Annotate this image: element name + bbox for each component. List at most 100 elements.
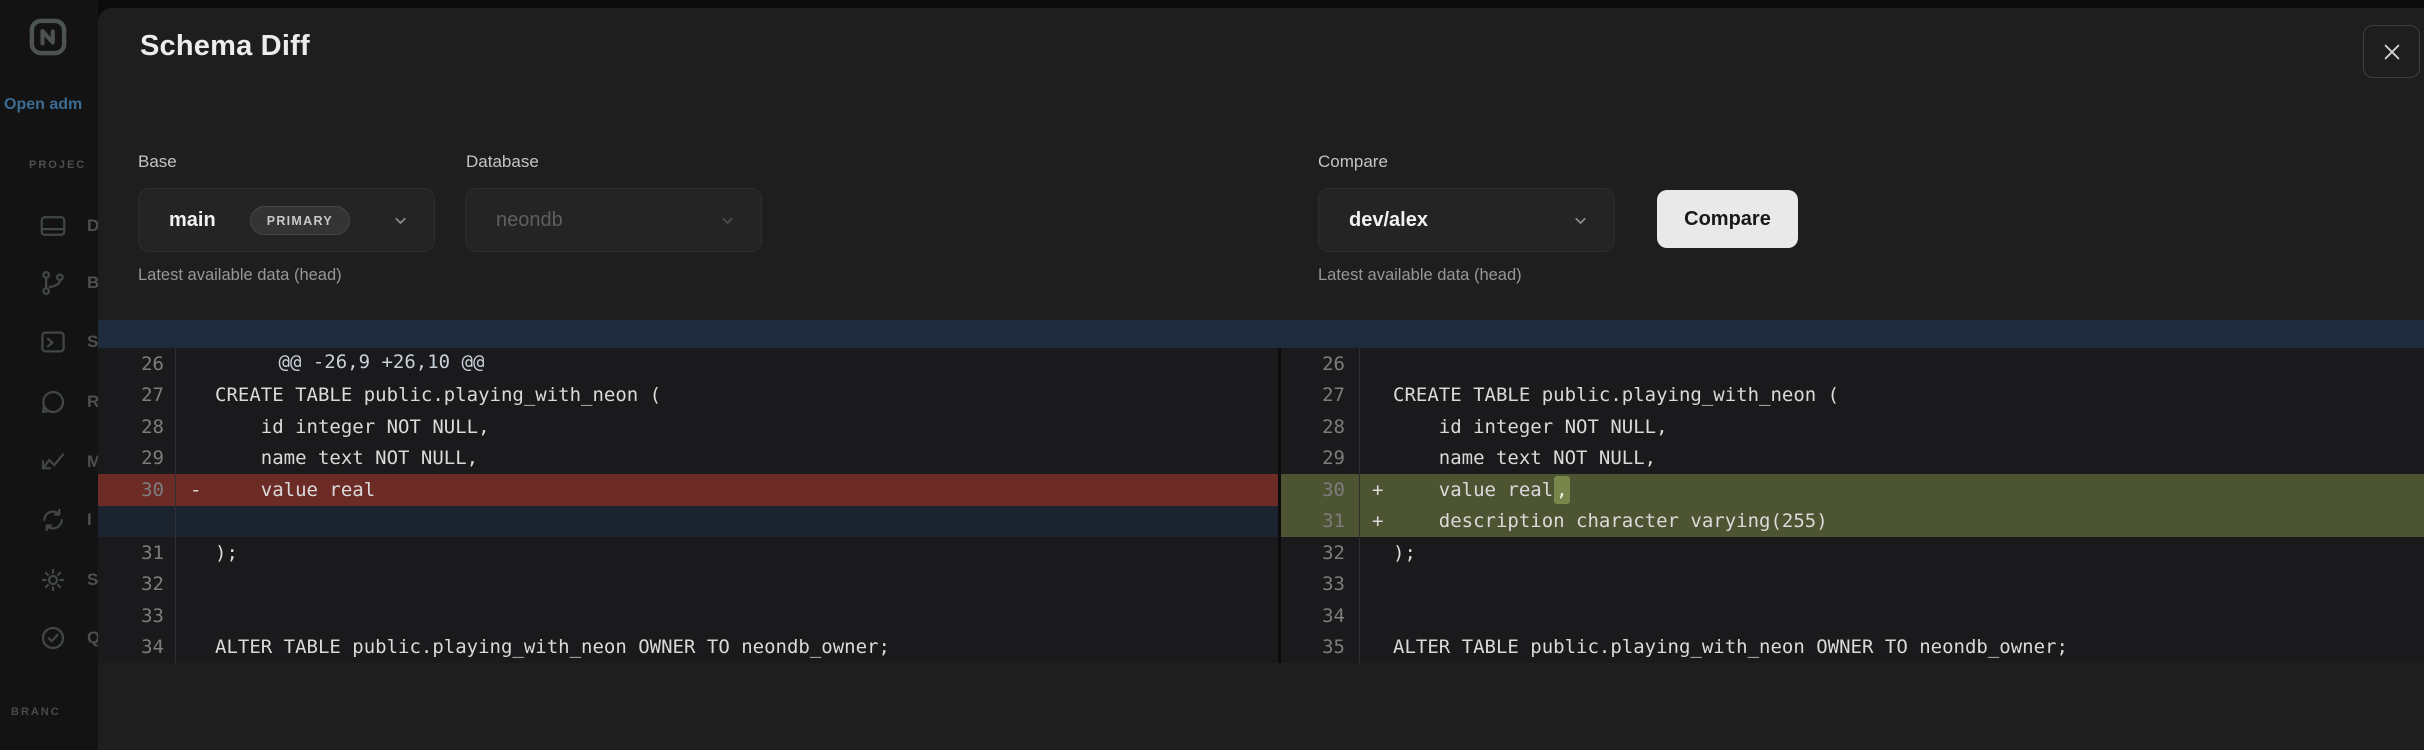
- sidebar-item-dashboard[interactable]: D: [0, 210, 98, 242]
- code-text: id integer NOT NULL,: [1393, 415, 1668, 438]
- sql-editor-icon: [38, 327, 68, 357]
- diff-line-compare-35: 35 ALTER TABLE public.playing_with_neon O…: [1281, 631, 2424, 663]
- code-text: name text NOT NULL,: [215, 447, 479, 470]
- monitoring-icon: [38, 447, 68, 477]
- line-number: 31: [1281, 505, 1360, 537]
- diff-line-base-33: 33: [98, 600, 1278, 632]
- chat-icon: [38, 387, 68, 417]
- sidebar-section-label: PROJEC: [29, 159, 87, 171]
- base-branch-value: main: [169, 208, 216, 231]
- sidebar-item-restore[interactable]: R: [0, 386, 98, 418]
- check-circle-icon: [38, 623, 68, 653]
- neon-logo-icon[interactable]: [26, 15, 70, 65]
- line-number: 35: [1281, 631, 1360, 663]
- hunk-header: @@ -26,9 +26,10 @@: [98, 320, 2424, 373]
- diff-line-base-32: 32: [98, 568, 1278, 600]
- page-title: Schema Diff: [140, 30, 310, 62]
- code-text: ALTER TABLE public.playing_with_neon OWN…: [1393, 636, 2068, 659]
- compare-branch-select[interactable]: dev/alex: [1318, 188, 1615, 252]
- diff-line-base-34: 34 ALTER TABLE public.playing_with_neon O…: [98, 631, 1278, 663]
- base-helper-text: Latest available data (head): [138, 266, 342, 284]
- primary-badge: PRIMARY: [249, 205, 350, 235]
- base-branch-select[interactable]: main PRIMARY: [138, 188, 435, 252]
- code-text: name text NOT NULL,: [1393, 447, 1657, 470]
- line-number: 32: [98, 568, 176, 600]
- diff-line-base-28: 28 id integer NOT NULL,: [98, 411, 1278, 443]
- line-number: 28: [1281, 411, 1360, 443]
- line-number: 34: [1281, 600, 1360, 632]
- sidebar-item-label: D: [87, 216, 98, 235]
- code-text: CREATE TABLE public.playing_with_neon (: [215, 384, 662, 407]
- compare-helper-text: Latest available data (head): [1318, 266, 1522, 284]
- diff-marker: +: [1372, 510, 1384, 533]
- code-text: ALTER TABLE public.playing_with_neon OWN…: [215, 636, 890, 659]
- sidebar-item-sql-editor[interactable]: S: [0, 326, 98, 358]
- line-number: 29: [1281, 442, 1360, 474]
- line-number: 28: [98, 411, 176, 443]
- base-label: Base: [138, 152, 177, 171]
- diff-line-base-27: 27 CREATE TABLE public.playing_with_neon …: [98, 379, 1278, 411]
- schema-diff-modal: Schema Diff Base main PRIMARY Latest ava…: [98, 8, 2424, 750]
- line-number: 29: [98, 442, 176, 474]
- diff-line-compare-32: 32);: [1281, 537, 2424, 569]
- diff-line-compare-27: 27 CREATE TABLE public.playing_with_neon …: [1281, 379, 2424, 411]
- code-text: );: [1393, 541, 1416, 564]
- line-number: 33: [98, 600, 176, 632]
- diff-line-compare-26: 26: [1281, 348, 2424, 380]
- schema-diff-viewer: @@ -26,9 +26,10 @@ 26 27 CREATE TABLE publ…: [98, 320, 2424, 663]
- chevron-down-icon: [1572, 212, 1589, 229]
- line-number: 30: [98, 474, 176, 506]
- line-number: [98, 505, 176, 537]
- sidebar-item-settings[interactable]: S: [0, 564, 98, 596]
- line-number: 27: [1281, 379, 1360, 411]
- branches-icon: [38, 268, 68, 298]
- screen: Open adm PROJEC D B S R M I S Q BRANC Sc…: [0, 0, 2424, 750]
- diff-line-base-26: 26: [98, 348, 1278, 380]
- close-button[interactable]: [2363, 25, 2420, 78]
- line-number: 32: [1281, 537, 1360, 569]
- code-text: id integer NOT NULL,: [215, 415, 490, 438]
- sidebar-item-integrations[interactable]: I: [0, 504, 98, 536]
- line-number: 30: [1281, 474, 1360, 506]
- diff-pane-base: 26 27 CREATE TABLE public.playing_with_neo…: [98, 348, 1278, 663]
- line-number: 26: [98, 348, 176, 380]
- sidebar-item-label: Q: [87, 628, 98, 647]
- sidebar: Open adm PROJEC D B S R M I S Q BRANC: [0, 0, 98, 750]
- integrations-icon: [38, 505, 68, 535]
- compare-label: Compare: [1318, 152, 1388, 171]
- line-number: 26: [1281, 348, 1360, 380]
- database-value: neondb: [496, 208, 563, 231]
- line-number: 27: [98, 379, 176, 411]
- database-select[interactable]: neondb: [465, 188, 762, 252]
- word-diff-highlight: ,: [1554, 475, 1570, 504]
- line-number: 33: [1281, 568, 1360, 600]
- diff-line-compare-28: 28 id integer NOT NULL,: [1281, 411, 2424, 443]
- settings-icon: [38, 565, 68, 595]
- sidebar-item-label: I: [87, 510, 92, 529]
- sidebar-item-monitoring[interactable]: M: [0, 446, 98, 478]
- sidebar-item-label: R: [87, 392, 98, 411]
- close-icon: [2381, 41, 2403, 63]
- code-text: );: [215, 541, 238, 564]
- diff-line-base-29: 29 name text NOT NULL,: [98, 442, 1278, 474]
- database-label: Database: [466, 152, 539, 171]
- sidebar-item-branches[interactable]: B: [0, 267, 98, 299]
- sidebar-item-label: S: [87, 570, 98, 589]
- sidebar-item-quickstart[interactable]: Q: [0, 622, 98, 654]
- diff-marker: -: [190, 478, 202, 501]
- sidebar-branches-section-label: BRANC: [11, 706, 61, 718]
- line-number: 34: [98, 631, 176, 663]
- code-text: value real,: [1393, 475, 1570, 504]
- diff-line-base-31: 31);: [98, 537, 1278, 569]
- chevron-down-icon: [392, 212, 409, 229]
- chevron-down-icon: [719, 212, 736, 229]
- open-admin-link[interactable]: Open adm: [4, 96, 98, 114]
- diff-line-compare-30: 30 + value real,: [1281, 474, 2424, 506]
- diff-line-compare-31: 31 + description character varying(255): [1281, 505, 2424, 537]
- diff-pane-compare: 26 27 CREATE TABLE public.playing_with_neo…: [1281, 348, 2424, 663]
- diff-line-compare-34: 34: [1281, 600, 2424, 632]
- sidebar-item-label: S: [87, 332, 98, 351]
- diff-line-compare-29: 29 name text NOT NULL,: [1281, 442, 2424, 474]
- diff-line-compare-33: 33: [1281, 568, 2424, 600]
- compare-button[interactable]: Compare: [1657, 190, 1798, 248]
